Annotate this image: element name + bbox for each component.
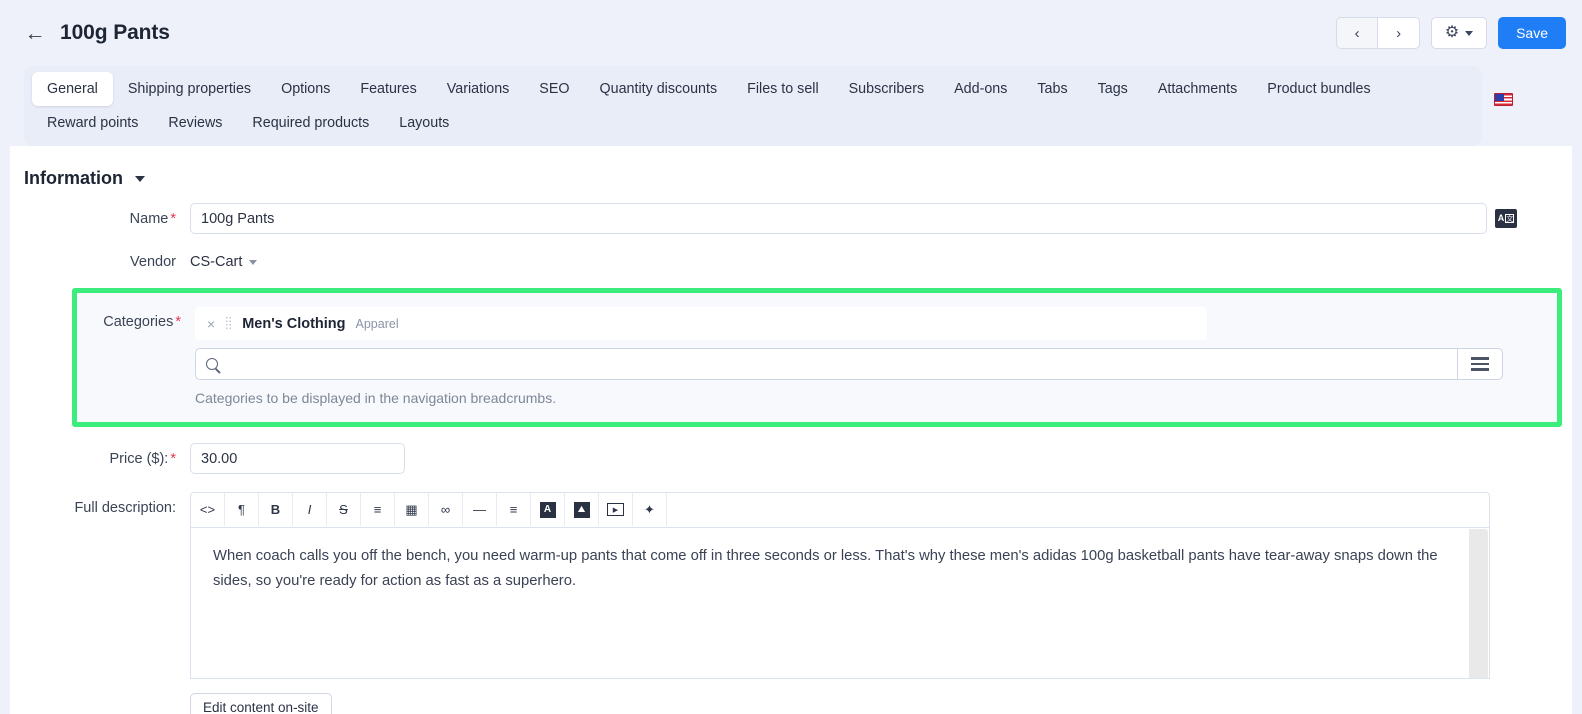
category-list-button[interactable] (1457, 348, 1503, 380)
gear-icon: ⚙ (1444, 24, 1460, 41)
top-bar: ← 100g Pants ‹ › ⚙ Save (0, 0, 1582, 66)
tab-subscribers[interactable]: Subscribers (834, 72, 940, 106)
editor-scrollbar[interactable] (1469, 529, 1488, 678)
full-description-label: Full description: (74, 500, 176, 516)
drag-handle-icon[interactable] (225, 316, 233, 331)
vendor-field-row: Vendor CS-Cart (10, 240, 1572, 276)
strikethrough-icon[interactable]: S (327, 493, 361, 526)
required-marker: * (170, 211, 176, 227)
tab-variations[interactable]: Variations (432, 72, 525, 106)
tab-layouts[interactable]: Layouts (384, 106, 464, 140)
category-search-row (195, 348, 1503, 380)
chevron-down-icon[interactable] (135, 175, 145, 182)
tab-product-bundles[interactable]: Product bundles (1252, 72, 1385, 106)
list-icon-line (1471, 362, 1489, 366)
horizontal-rule-icon[interactable]: — (463, 493, 497, 526)
tab-required-products[interactable]: Required products (237, 106, 384, 140)
name-input[interactable] (190, 203, 1487, 234)
vendor-label: Vendor (130, 254, 176, 270)
rich-text-editor: <> ¶ B I S ≡ ▦ ∞ — ≡ A ⛰ ▶ ✦ When coach … (190, 492, 1490, 714)
tabs-wrapper: General Shipping properties Options Feat… (0, 66, 1582, 146)
vendor-value: CS-Cart (190, 254, 243, 270)
tab-features[interactable]: Features (345, 72, 431, 106)
tab-tabs[interactable]: Tabs (1022, 72, 1082, 106)
editor-toolbar: <> ¶ B I S ≡ ▦ ∞ — ≡ A ⛰ ▶ ✦ (190, 492, 1490, 527)
editor-content-area[interactable]: When coach calls you off the bench, you … (190, 527, 1490, 679)
next-record-button[interactable]: › (1378, 17, 1421, 49)
previous-record-button[interactable]: ‹ (1336, 17, 1379, 49)
categories-control: × Men's Clothing Apparel Categories to b… (195, 307, 1557, 406)
language-selector[interactable] (1482, 66, 1524, 132)
price-input[interactable] (190, 443, 405, 474)
align-icon[interactable]: ≡ (497, 493, 531, 526)
information-section-header: Information (10, 152, 1572, 197)
category-name: Men's Clothing (242, 315, 346, 332)
save-button[interactable]: Save (1498, 17, 1566, 49)
category-search-box[interactable] (195, 348, 1457, 380)
category-search-input[interactable] (226, 349, 1447, 379)
categories-hint: Categories to be displayed in the naviga… (195, 390, 557, 406)
vendor-dropdown[interactable]: CS-Cart (190, 246, 258, 270)
paragraph-icon[interactable]: ¶ (225, 493, 259, 526)
section-title: Information (24, 168, 123, 188)
description-text: When coach calls you off the bench, you … (213, 548, 1438, 589)
bullet-list-icon[interactable]: ≡ (361, 493, 395, 526)
settings-dropdown-button[interactable]: ⚙ (1431, 17, 1488, 49)
tab-seo[interactable]: SEO (524, 72, 584, 106)
tab-general[interactable]: General (32, 72, 113, 106)
list-icon-line (1471, 357, 1489, 360)
full-description-row: Full description: <> ¶ B I S ≡ ▦ ∞ — ≡ A… (10, 480, 1572, 714)
name-field-row: Name* A文 (10, 197, 1572, 240)
record-nav-group: ‹ › (1336, 17, 1421, 49)
categories-highlight-block: Categories * × Men's Clothing Apparel Ca… (72, 288, 1562, 427)
link-icon[interactable]: ∞ (429, 493, 463, 526)
tab-options[interactable]: Options (266, 72, 345, 106)
table-icon[interactable]: ▦ (395, 493, 429, 526)
remove-category-icon[interactable]: × (207, 317, 215, 331)
edit-content-onsite-button[interactable]: Edit content on-site (190, 693, 332, 714)
category-chip[interactable]: × Men's Clothing Apparel (195, 307, 1207, 340)
tab-attachments[interactable]: Attachments (1143, 72, 1252, 106)
search-icon (206, 358, 218, 370)
text-box-icon[interactable]: A (531, 493, 565, 526)
bold-icon[interactable]: B (259, 493, 293, 526)
price-label: Price ($): * (109, 451, 176, 467)
back-arrow-icon[interactable]: ← (22, 20, 48, 46)
list-icon-line (1471, 368, 1489, 371)
italic-icon[interactable]: I (293, 493, 327, 526)
translate-icon[interactable]: A文 (1495, 209, 1517, 228)
categories-label: Categories * (103, 314, 181, 330)
price-field-row: Price ($): * (10, 427, 1572, 480)
tab-quantity-discounts[interactable]: Quantity discounts (585, 72, 733, 106)
name-label: Name * (129, 211, 176, 227)
tab-files-to-sell[interactable]: Files to sell (732, 72, 834, 106)
chevron-down-icon (1465, 30, 1474, 36)
category-parent: Apparel (355, 316, 399, 331)
top-bar-actions: ‹ › ⚙ Save (1336, 17, 1566, 49)
tab-reward-points[interactable]: Reward points (32, 106, 153, 140)
chevron-down-icon (249, 259, 258, 265)
magic-wand-icon[interactable]: ✦ (633, 493, 667, 526)
tab-shipping-properties[interactable]: Shipping properties (113, 72, 266, 106)
tab-bar: General Shipping properties Options Feat… (24, 66, 1482, 146)
tab-add-ons[interactable]: Add-ons (939, 72, 1022, 106)
us-flag-icon (1493, 92, 1513, 106)
content-card: Information Name* A文 Vendor CS-Cart Cate… (10, 146, 1572, 714)
required-marker: * (170, 451, 176, 467)
video-icon[interactable]: ▶ (599, 493, 633, 526)
code-icon[interactable]: <> (191, 493, 225, 526)
required-marker: * (175, 314, 181, 330)
tab-tags[interactable]: Tags (1083, 72, 1143, 106)
image-icon[interactable]: ⛰ (565, 493, 599, 526)
tab-reviews[interactable]: Reviews (153, 106, 237, 140)
page-title: 100g Pants (60, 21, 170, 44)
